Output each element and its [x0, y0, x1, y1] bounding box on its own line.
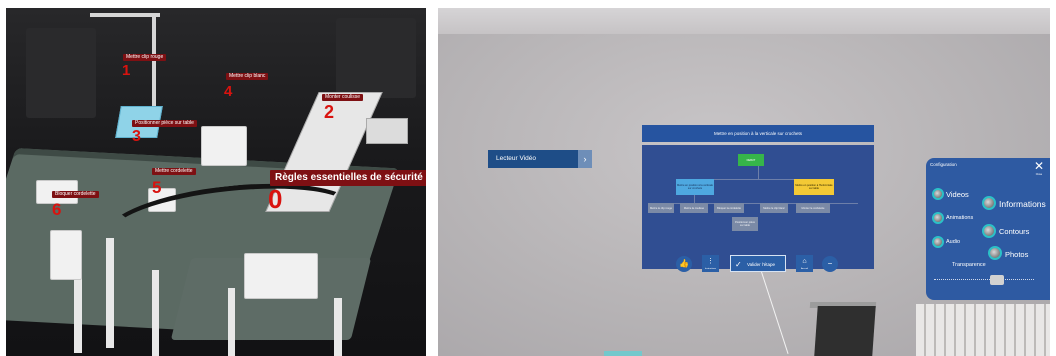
label-mettre-clip-blanc: Mettre clip blanc [226, 73, 269, 80]
hololens-ui-view: Lecteur Vidéo › Mettre en position à la … [438, 8, 1050, 356]
home-button[interactable]: ⌂ Accueil [796, 255, 813, 272]
toggle-knob [988, 246, 1002, 260]
label-mettre-clip-rouge: Mettre clip rouge [123, 54, 167, 61]
step-number-1: 1 [122, 62, 131, 79]
close-label: Close [1035, 173, 1043, 176]
step-number-2: 2 [324, 102, 335, 122]
chair-back [26, 28, 96, 118]
black-tray [814, 306, 876, 356]
check-icon: ✓ [735, 260, 742, 269]
table-leg [334, 298, 342, 356]
toggle-videos-label: Videos [946, 190, 969, 199]
ceiling [438, 8, 1050, 34]
transparence-slider-knob[interactable] [990, 275, 1004, 285]
toggle-knob [982, 224, 996, 238]
step-number-6: 6 [52, 200, 62, 219]
step-number-4: 4 [224, 83, 233, 100]
label-positionner-piece: Positionner pièce sur table [132, 120, 197, 127]
overhead-rod [90, 13, 160, 17]
chair-back [336, 18, 416, 98]
flow-node-step[interactable]: Monter la cordelette [796, 203, 830, 213]
table-leg [106, 238, 114, 348]
transparence-slider-track[interactable] [934, 279, 1034, 283]
transparence-label: Transparence [952, 262, 986, 268]
overhead-rod [152, 13, 156, 113]
label-regles-securite: Règles essentielles de sécurité [270, 170, 426, 186]
flow-connector [758, 165, 759, 179]
home-icon: ⌂ [802, 258, 807, 265]
instructions-label: Instructions [704, 268, 717, 270]
valider-etape-label: Valider l'étape [747, 262, 776, 267]
minus-icon: − [827, 259, 833, 268]
flow-node-step[interactable]: Mettre la coulisse [680, 203, 708, 213]
toggle-audio-label: Audio [946, 239, 961, 245]
lecteur-video-label: Lecteur Vidéo [496, 155, 536, 162]
white-fixture [50, 230, 82, 280]
ar-workshop-view: Mettre clip rouge Mettre clip blanc Mont… [6, 8, 426, 356]
flow-node-step[interactable]: Mettre le clip blanc [760, 203, 788, 213]
lecteur-video-button[interactable]: Lecteur Vidéo › [488, 150, 592, 168]
procedure-flowchart: DEBUT Mettre en position à la verticale … [642, 145, 874, 269]
configuration-panel: Configuration ✕ Close Videos Information… [926, 158, 1050, 300]
toggle-animations-label: Animations [946, 215, 974, 221]
toggle-contours-label: Contours [999, 227, 1030, 236]
toggle-photos-label: Photos [1005, 250, 1029, 259]
step-number-3: 3 [132, 128, 141, 145]
toggle-knob [932, 236, 944, 248]
flow-node-verticale[interactable]: Mettre en position à la verticale sur cr… [676, 179, 714, 195]
clamp [366, 118, 408, 144]
toggle-knob [982, 196, 996, 210]
label-mettre-cordelette: Mettre cordelette [152, 168, 196, 175]
toggle-knob [932, 212, 944, 224]
thumbs-up-icon: 👍 [679, 259, 689, 268]
flow-node-debut[interactable]: DEBUT [738, 154, 764, 166]
toggle-informations-label: Informations [999, 199, 1046, 209]
configuration-title: Configuration [930, 162, 957, 167]
label-bloquer-cordelette: Bloquer cordelette [52, 191, 99, 198]
instructions-button[interactable]: ⋮ Instructions [702, 255, 719, 272]
radiator [916, 304, 1050, 356]
valider-etape-button[interactable]: ✓ Valider l'étape [730, 255, 786, 272]
label-monter-coulisse: Monter coulisse [322, 94, 364, 101]
flow-node-step[interactable]: Positionner pièce sur table [732, 217, 758, 231]
white-fixture [244, 253, 318, 299]
step-number-0: 0 [268, 184, 283, 214]
flow-connector [694, 195, 695, 203]
white-fixture [201, 126, 247, 166]
toggle-knob [932, 188, 944, 200]
flow-node-step[interactable]: Bloquer la cordelette [714, 203, 744, 213]
cyan-object [604, 351, 642, 356]
flow-node-horizontale[interactable]: Mettre en position à l'horizontale sur t… [794, 179, 834, 195]
procedure-title: Mettre en position à la verticale sur cr… [642, 125, 874, 142]
flow-node-step[interactable]: Mettre le clip rouge [648, 203, 674, 213]
table-leg [152, 270, 159, 356]
like-button[interactable]: 👍 [676, 256, 692, 272]
info-icon: ⋮ [707, 258, 714, 265]
hand-ray-pointer [761, 271, 789, 354]
home-label: Accueil [800, 268, 809, 270]
minus-button[interactable]: − [822, 256, 838, 272]
step-number-5: 5 [152, 178, 162, 197]
chevron-right-icon: › [578, 150, 592, 168]
table-leg [228, 288, 235, 356]
close-icon[interactable]: ✕ [1032, 160, 1046, 172]
